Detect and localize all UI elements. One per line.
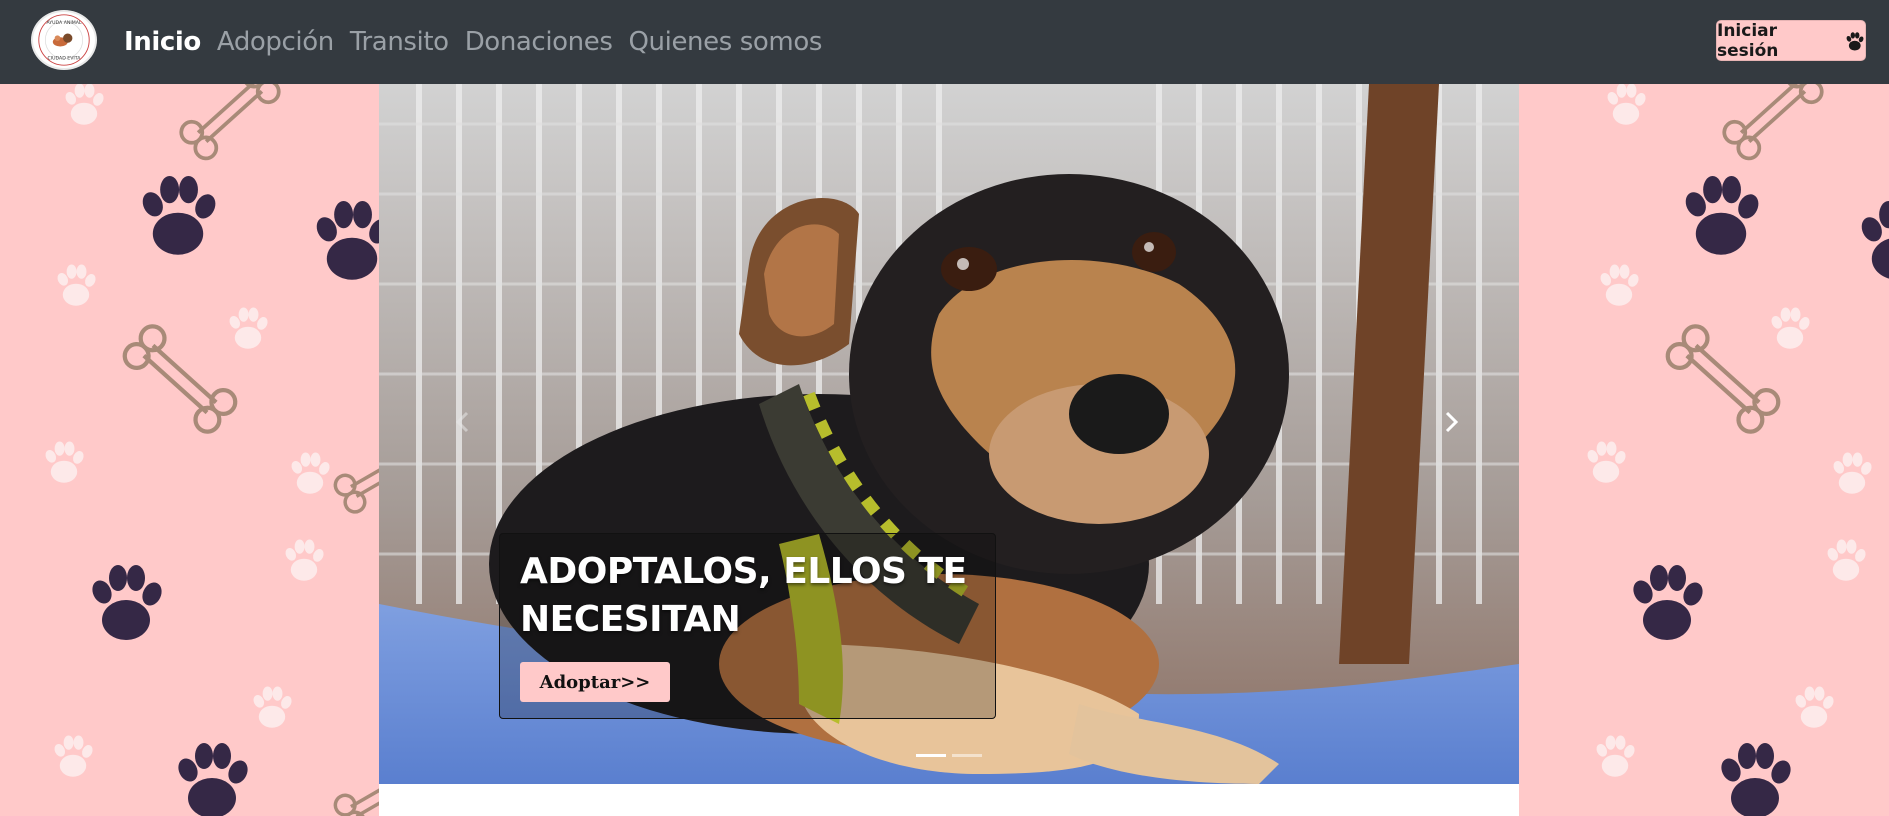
chevron-left-icon [455, 411, 469, 433]
paw-icon [1846, 31, 1865, 51]
carousel-indicator-1[interactable] [916, 754, 946, 757]
paw-pattern-graphic [1585, 84, 1889, 816]
login-button-label: Iniciar sesión [1717, 20, 1779, 61]
nav-item-inicio[interactable]: Inicio [124, 27, 201, 57]
carousel-indicator-2[interactable] [952, 754, 982, 757]
logo[interactable]: AYUDA ANIMAL CIUDAD EVITA [31, 10, 97, 70]
nav-links: Inicio Adopción Transito Donaciones Quie… [124, 0, 838, 84]
adopt-button[interactable]: Adoptar>> [520, 662, 670, 702]
nav-item-quienes-somos[interactable]: Quienes somos [628, 27, 822, 57]
carousel-prev-button[interactable] [443, 402, 483, 442]
logo-top-text: AYUDA ANIMAL [46, 20, 81, 26]
carousel-caption: ADOPTALOS, ELLOS TE NECESITAN Adoptar>> [499, 533, 996, 719]
paw-pattern-graphic [43, 84, 379, 816]
chevron-right-icon [1445, 411, 1459, 433]
carousel-next-button[interactable] [1431, 402, 1471, 442]
left-paw-pattern [0, 84, 379, 816]
right-paw-pattern [1519, 84, 1889, 816]
nav-item-donaciones[interactable]: Donaciones [465, 27, 613, 57]
carousel-indicators [916, 754, 982, 757]
navbar: AYUDA ANIMAL CIUDAD EVITA Inicio Adopció… [0, 0, 1889, 84]
nav-item-transito[interactable]: Transito [350, 27, 449, 57]
hero-carousel: ADOPTALOS, ELLOS TE NECESITAN Adoptar>> [379, 84, 1519, 784]
login-button[interactable]: Iniciar sesión [1716, 20, 1866, 61]
logo-bottom-text: CIUDAD EVITA [48, 56, 82, 62]
nav-item-adopcion[interactable]: Adopción [217, 27, 334, 57]
caption-title: ADOPTALOS, ELLOS TE NECESITAN [520, 551, 967, 640]
main-content: ADOPTALOS, ELLOS TE NECESITAN Adoptar>> [379, 84, 1519, 816]
